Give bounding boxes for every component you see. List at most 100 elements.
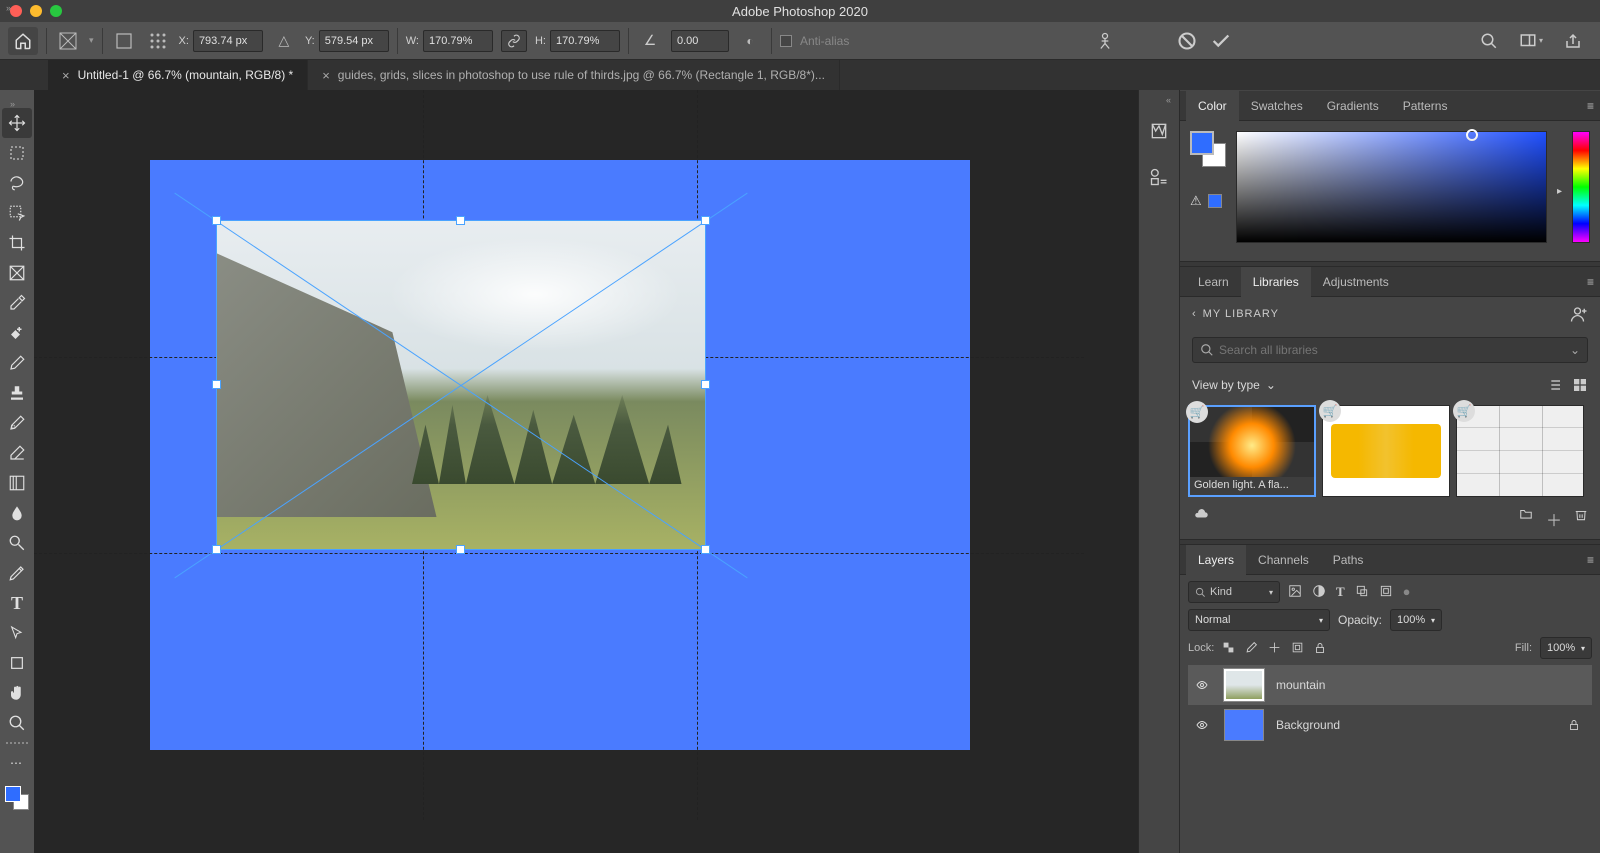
zoom-tool[interactable] (2, 708, 32, 738)
library-back-button[interactable]: ‹ MY LIBRARY (1192, 308, 1279, 320)
history-brush-tool[interactable] (2, 408, 32, 438)
filter-shape-icon[interactable] (1355, 584, 1369, 600)
move-tool[interactable] (2, 108, 32, 138)
document-tab-active[interactable]: × Untitled-1 @ 66.7% (mountain, RGB/8) * (48, 60, 308, 90)
layer-row[interactable]: Background (1188, 705, 1592, 745)
tab-libraries[interactable]: Libraries (1241, 267, 1311, 297)
history-panel-icon[interactable] (1146, 118, 1172, 144)
guide-horizontal[interactable] (34, 553, 1084, 554)
type-tool[interactable]: T (2, 588, 32, 618)
commit-transform-button[interactable] (1208, 28, 1234, 54)
workspace-icon[interactable]: ▾ (1518, 28, 1544, 54)
filter-adjustment-icon[interactable] (1312, 584, 1326, 600)
blend-mode-dropdown[interactable]: Normal ▾ (1188, 609, 1330, 631)
document-canvas[interactable] (150, 160, 970, 750)
reference-dropdown-icon[interactable]: ▾ (89, 35, 94, 46)
tab-channels[interactable]: Channels (1246, 545, 1321, 575)
w-input[interactable] (423, 30, 493, 52)
layer-row[interactable]: mountain (1188, 665, 1592, 705)
angle-input[interactable] (671, 30, 729, 52)
placed-image[interactable] (216, 220, 706, 550)
tab-layers[interactable]: Layers (1186, 545, 1246, 575)
hand-tool[interactable] (2, 678, 32, 708)
tab-adjustments[interactable]: Adjustments (1311, 267, 1401, 297)
layer-filter-kind[interactable]: Kind ▾ (1188, 581, 1280, 603)
filter-toggle-icon[interactable]: ● (1403, 584, 1411, 600)
list-view-icon[interactable] (1546, 377, 1562, 393)
fg-color-swatch[interactable] (1190, 131, 1214, 155)
blur-tool[interactable] (2, 498, 32, 528)
close-tab-icon[interactable]: × (62, 68, 70, 83)
canvas-area[interactable] (34, 90, 1138, 853)
tab-swatches[interactable]: Swatches (1239, 91, 1315, 121)
collapse-dock-icon[interactable]: « (1166, 95, 1171, 105)
frame-tool[interactable] (2, 258, 32, 288)
y-input[interactable] (319, 30, 389, 52)
reference-point-icon[interactable] (55, 28, 81, 54)
invite-icon[interactable] (1570, 305, 1588, 323)
lock-artboard-icon[interactable] (1291, 641, 1304, 655)
crop-tool[interactable] (2, 228, 32, 258)
library-item[interactable]: 🛒 (1456, 405, 1584, 497)
share-icon[interactable] (1560, 28, 1586, 54)
eyedropper-tool[interactable] (2, 288, 32, 318)
interpolation-icon[interactable]: ◐ (737, 28, 763, 54)
close-window-button[interactable] (10, 5, 22, 17)
delete-library-icon[interactable] (1574, 507, 1588, 531)
collapse-tabs-icon[interactable]: » (6, 3, 11, 13)
visibility-toggle-icon[interactable] (1192, 679, 1212, 691)
quick-select-tool[interactable] (2, 198, 32, 228)
lock-transparency-icon[interactable] (1222, 641, 1235, 655)
x-input[interactable] (193, 30, 263, 52)
layer-name[interactable]: mountain (1276, 678, 1325, 692)
layer-thumbnail[interactable] (1224, 709, 1264, 741)
brush-tool[interactable] (2, 348, 32, 378)
filter-pixel-icon[interactable] (1288, 584, 1302, 600)
color-swatches[interactable] (5, 786, 29, 810)
reference-point-picker-icon[interactable] (145, 28, 171, 54)
lock-all-icon[interactable] (1314, 641, 1326, 655)
cloud-sync-icon[interactable] (1192, 507, 1210, 531)
dodge-tool[interactable] (2, 528, 32, 558)
color-field[interactable] (1236, 131, 1547, 243)
foreground-swatch[interactable] (5, 786, 21, 802)
fill-input[interactable]: 100% ▾ (1540, 637, 1592, 659)
tab-gradients[interactable]: Gradients (1315, 91, 1391, 121)
library-item[interactable]: 🛒 Golden light. A fla... (1188, 405, 1316, 497)
lock-paint-icon[interactable] (1245, 641, 1258, 655)
gradient-tool[interactable] (2, 468, 32, 498)
color-fg-bg-swatches[interactable] (1190, 131, 1226, 167)
tab-color[interactable]: Color (1186, 91, 1239, 121)
hue-slider[interactable] (1572, 131, 1590, 243)
layer-name[interactable]: Background (1276, 718, 1340, 732)
h-input[interactable] (550, 30, 620, 52)
home-button[interactable] (8, 27, 38, 55)
add-library-icon[interactable]: ＋ (1546, 507, 1562, 531)
marquee-tool[interactable] (2, 138, 32, 168)
libraries-folder-icon[interactable] (1518, 507, 1534, 531)
delta-icon[interactable]: △ (271, 28, 297, 54)
edit-toolbar-button[interactable]: ⋯ (2, 748, 32, 778)
minimize-window-button[interactable] (30, 5, 42, 17)
close-tab-icon[interactable]: × (322, 68, 330, 83)
chevron-down-icon[interactable]: ⌄ (1570, 343, 1580, 357)
panel-menu-icon[interactable]: ≡ (1587, 275, 1594, 289)
properties-panel-icon[interactable] (1146, 164, 1172, 190)
document-tab[interactable]: × guides, grids, slices in photoshop to … (308, 60, 840, 90)
layer-thumbnail[interactable] (1224, 669, 1264, 701)
opacity-input[interactable]: 100% ▾ (1390, 609, 1442, 631)
panel-menu-icon[interactable]: ≡ (1587, 99, 1594, 113)
eraser-tool[interactable] (2, 438, 32, 468)
grid-view-icon[interactable] (1572, 377, 1588, 393)
path-select-tool[interactable] (2, 618, 32, 648)
healing-brush-tool[interactable] (2, 318, 32, 348)
library-item[interactable]: 🛒 (1322, 405, 1450, 497)
panel-menu-icon[interactable]: ≡ (1587, 553, 1594, 567)
lock-icon[interactable] (1568, 718, 1580, 732)
lock-position-icon[interactable] (1268, 641, 1281, 655)
visibility-toggle-icon[interactable] (1192, 719, 1212, 731)
puppet-icon[interactable] (1092, 28, 1118, 54)
link-wh-button[interactable] (501, 30, 527, 52)
rectangle-tool[interactable] (2, 648, 32, 678)
pen-tool[interactable] (2, 558, 32, 588)
